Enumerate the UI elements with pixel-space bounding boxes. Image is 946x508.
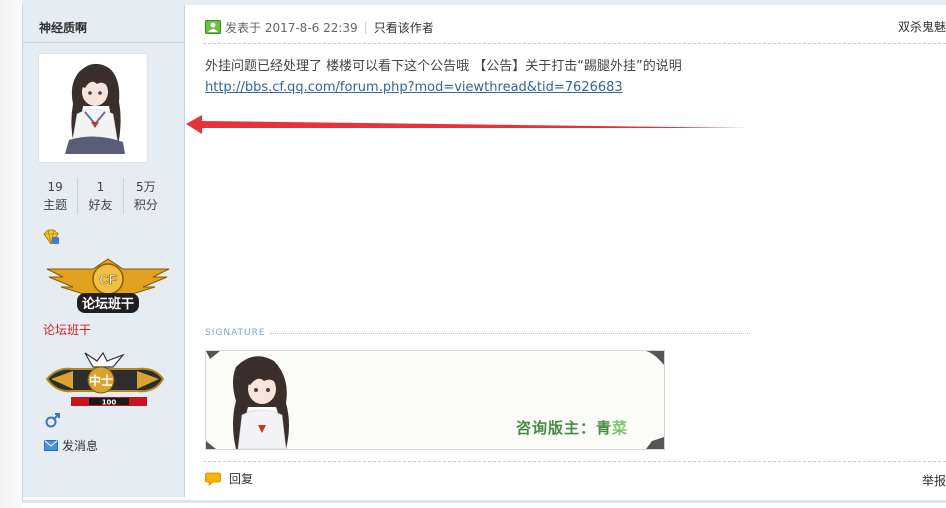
footer-divider (203, 461, 946, 462)
signature-divider: SIGNATURE (205, 327, 750, 339)
stat-value: 1 (96, 180, 105, 194)
signature-image: 咨询版主：青菜 (205, 350, 665, 450)
post-date: 发表于 2017-8-6 22:39 (225, 20, 358, 35)
report-link[interactable]: 举报 (922, 472, 946, 489)
signature-text-tail: 菜 (612, 419, 629, 437)
post-header: 发表于 2017-8-6 22:39 | 只看该作者 双杀鬼魅 (205, 18, 946, 36)
author-sidebar: 神经质啊 19 主题 1 好友 5万 积分 CF 论坛班干 论坛班干 中士 10… (23, 5, 185, 497)
post-content: 外挂问题已经处理了 楼楼可以看下这个公告哦 【公告】关于打击“踢腿外挂”的说明 … (205, 56, 765, 98)
page-background (0, 0, 22, 508)
vip-gem-icon[interactable] (42, 229, 60, 245)
badge-cf-logo: CF (99, 272, 116, 287)
post-text: 外挂问题已经处理了 楼楼可以看下这个公告哦 【公告】关于打击“踢腿外挂”的说明 (205, 59, 682, 74)
stat-label: 积分 (133, 198, 158, 212)
badge-title: 论坛班干 (82, 296, 134, 312)
signature-text: 咨询版主：青菜 (516, 417, 628, 438)
avatar[interactable] (38, 53, 148, 163)
red-arrow-annotation (186, 115, 749, 134)
signature-label: SIGNATURE (205, 328, 266, 338)
signature-dots (269, 332, 750, 334)
rank-badge: 中士 100 (45, 351, 165, 407)
forum-staff-badge: CF 论坛班干 (46, 258, 170, 313)
stat-label: 主题 (43, 198, 68, 212)
stat-threads[interactable]: 19 主题 (33, 178, 77, 214)
view-author-only-link[interactable]: 只看该作者 (374, 19, 434, 36)
stat-value: 5万 (136, 180, 156, 194)
rank-level: 100 (102, 399, 117, 407)
user-group[interactable]: 论坛班干 (43, 321, 91, 338)
reply-button[interactable]: 回复 (205, 470, 253, 487)
male-icon (45, 413, 60, 428)
send-message-label: 发消息 (62, 439, 99, 453)
reply-label: 回复 (229, 472, 254, 486)
header-divider (203, 43, 946, 44)
mail-icon (44, 440, 58, 451)
post-link[interactable]: http://bbs.cf.qq.com/forum.php?mod=viewt… (205, 80, 623, 95)
signature-text-main: 咨询版主：青 (516, 419, 613, 437)
sidebar-divider (23, 42, 184, 43)
stat-label: 好友 (88, 198, 113, 212)
stat-points[interactable]: 5万 积分 (122, 178, 168, 214)
author-stats: 19 主题 1 好友 5万 积分 (33, 178, 168, 214)
rank-title: 中士 (89, 373, 113, 388)
floor-label[interactable]: 双杀鬼魅 (898, 18, 946, 35)
stat-value: 19 (47, 180, 63, 194)
send-message-link[interactable]: 发消息 (44, 437, 98, 454)
reply-bubble-icon (205, 472, 221, 486)
author-name[interactable]: 神经质啊 (39, 19, 87, 36)
online-status-icon (205, 20, 221, 34)
avatar-illustration (39, 54, 147, 162)
header-pipe: | (363, 20, 368, 34)
stat-friends[interactable]: 1 好友 (77, 178, 122, 214)
